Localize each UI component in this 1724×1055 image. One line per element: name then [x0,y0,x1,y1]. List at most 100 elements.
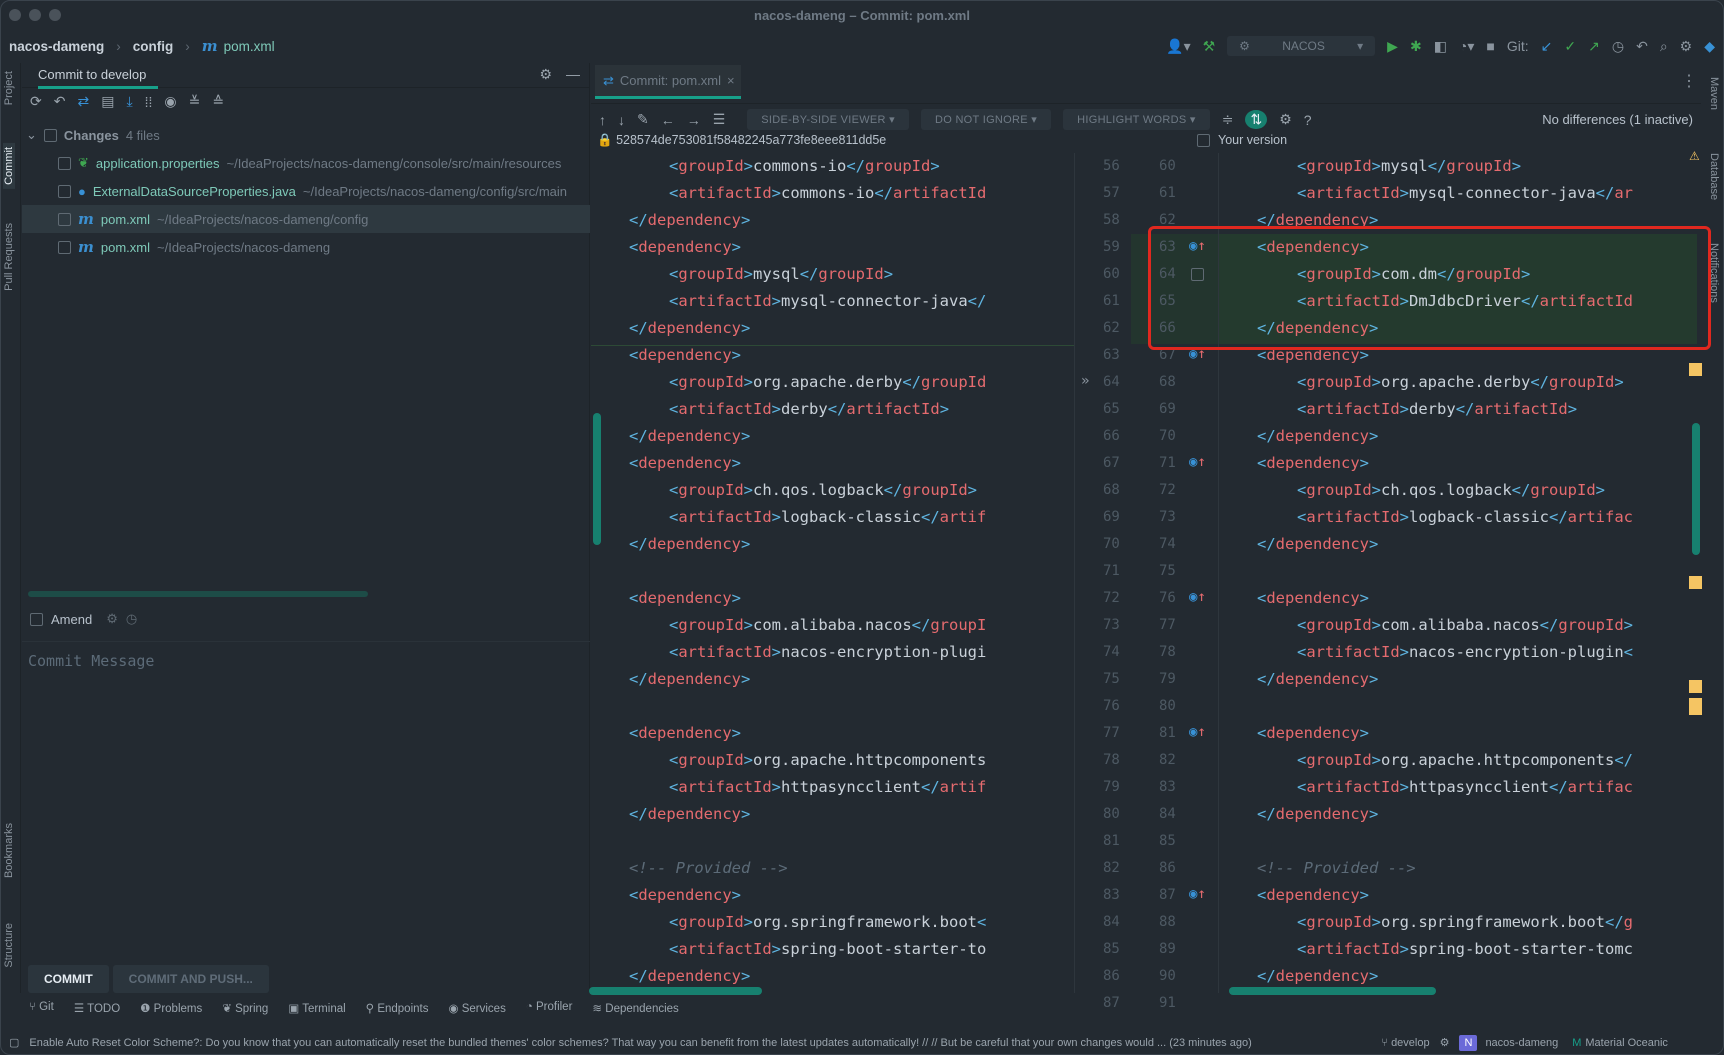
breadcrumb-project[interactable]: nacos-dameng [9,39,104,54]
git-branch-widget[interactable]: ⑂ develop [1381,1037,1429,1049]
edit-source-icon[interactable]: ✎ [637,111,649,128]
tool-window-bookmarks[interactable]: Bookmarks [3,823,15,878]
file-checkbox[interactable] [58,184,71,198]
warning-icon[interactable]: ⚠ [1689,149,1700,163]
changelist-icon[interactable]: ▤ [101,93,114,110]
sync-scroll-icon[interactable]: ⇅ [1245,110,1268,129]
scroll-marker[interactable] [1689,698,1702,715]
collapse-unchanged-icon[interactable]: ≑ [1222,111,1234,128]
tab-profiler[interactable]: ◔ Profiler [526,1001,573,1015]
editor-tab-commit-pom[interactable]: ⇄ Commit: pom.xml × [595,65,741,99]
tab-services[interactable]: ◉ Services [448,1001,505,1015]
ignore-mode-dropdown[interactable]: DO NOT IGNORE ▾ [920,109,1052,130]
file-checkbox[interactable] [58,240,71,254]
project-name[interactable]: nacos-dameng [1485,1037,1558,1049]
group-by-icon[interactable]: ⁞⁞ [145,94,153,110]
tab-endpoints[interactable]: ⚲ Endpoints [366,1001,429,1015]
override-marker-icon[interactable]: ◉↑ [1189,724,1206,740]
file-list-icon[interactable]: ☰ [713,111,726,128]
rollback-icon[interactable]: ↶ [54,93,66,110]
status-message[interactable]: Enable Auto Reset Color Scheme?: Do you … [29,1037,1359,1049]
git-commit-icon[interactable]: ✓ [1564,38,1576,55]
right-horizontal-scrollbar[interactable] [1229,987,1436,995]
git-update-icon[interactable]: ↙ [1541,38,1553,55]
tab-terminal[interactable]: ▣ Terminal [288,1001,345,1015]
right-vertical-scrollbar[interactable] [1692,423,1700,555]
next-diff-icon[interactable]: ↓ [618,112,625,128]
scroll-marker[interactable] [1689,363,1702,376]
next-file-icon[interactable]: → [687,112,701,128]
commit-panel-tab[interactable]: Commit to develop [38,67,159,89]
close-tab-icon[interactable]: × [727,73,735,88]
file-checkbox[interactable] [58,212,71,226]
commit-message-input[interactable]: Commit Message [22,641,590,680]
left-vertical-scrollbar[interactable] [593,413,601,545]
view-options-icon[interactable]: ◉ [164,93,176,110]
theme-name[interactable]: Material Oceanic [1585,1037,1668,1049]
stop-icon[interactable]: ■ [1486,38,1494,54]
run-configuration-select[interactable]: ⚙ NACOS ▾ [1227,36,1376,56]
tab-todo[interactable]: ☰ TODO [74,1001,120,1015]
profile-icon[interactable]: ◔▾ [1459,38,1474,55]
changes-checkbox[interactable] [43,128,57,142]
file-checkbox[interactable] [58,156,71,170]
previous-file-icon[interactable]: ← [661,112,675,128]
show-diff-icon[interactable]: ⇄ [77,93,89,110]
search-icon[interactable]: ⌕ [1660,38,1668,55]
file-row[interactable]: ❦ application.properties ~/IdeaProjects/… [22,149,590,177]
rollback-icon[interactable]: ↶ [1636,38,1648,55]
tool-window-structure[interactable]: Structure [3,923,15,968]
tool-window-project[interactable]: Project [3,71,15,105]
toggle-tool-windows-icon[interactable]: ▢ [9,1036,19,1049]
code-with-me-icon[interactable]: ◆ [1704,38,1715,55]
help-icon[interactable]: ? [1304,112,1312,128]
close-window-button[interactable] [9,9,21,21]
tab-spring[interactable]: ❦ Spring [222,1001,268,1015]
tool-window-database[interactable]: Database [1708,153,1720,200]
tool-window-commit[interactable]: Commit [3,143,15,189]
commit-options-gear-icon[interactable]: ⚙ [106,611,118,627]
refresh-icon[interactable]: ⟳ [30,93,42,110]
tool-window-pull-requests[interactable]: Pull Requests [3,223,15,291]
file-row[interactable]: ● ExternalDataSourceProperties.java ~/Id… [22,177,590,205]
amend-label[interactable]: Amend [51,612,92,627]
tab-dependencies[interactable]: ≋ Dependencies [592,1001,678,1015]
diff-settings-gear-icon[interactable]: ⚙ [1279,111,1292,128]
left-code-pane[interactable]: <groupId>commons-io</groupId> <artifactId… [591,153,1074,993]
file-row-selected[interactable]: m pom.xml ~/IdeaProjects/nacos-dameng/co… [22,205,590,233]
changes-group[interactable]: ⌄ Changes 4 files [22,121,590,149]
breadcrumb-module[interactable]: config [133,39,174,54]
run-icon[interactable]: ▶ [1387,38,1398,55]
amend-checkbox[interactable] [30,612,43,626]
maximize-window-button[interactable] [49,9,61,21]
settings-gear-icon[interactable]: ⚙ [1680,38,1693,55]
minimize-window-button[interactable] [29,9,41,21]
your-version-checkbox[interactable] [1197,133,1210,147]
user-icon[interactable]: 👤▾ [1166,38,1190,55]
commit-and-push-button[interactable]: COMMIT AND PUSH... [112,965,269,993]
override-marker-icon[interactable]: ◉↑ [1189,589,1206,605]
commit-button[interactable]: COMMIT [28,965,109,993]
horizontal-scrollbar[interactable] [28,591,368,597]
history-icon[interactable]: ◷ [1612,38,1624,55]
gear-icon[interactable]: ⚙ [539,66,552,83]
override-marker-icon[interactable]: ◉↑ [1189,454,1206,470]
build-hammer-icon[interactable]: ⚒ [1203,38,1216,55]
tab-problems[interactable]: ❶ Problems [140,1001,202,1015]
tab-git[interactable]: ⑂ Git [29,1001,54,1015]
more-options-icon[interactable]: ⋮ [1681,71,1697,91]
vcs-settings-icon[interactable]: ⚙ [1440,1036,1450,1049]
breadcrumb-file[interactable]: pom.xml [224,39,275,54]
previous-diff-icon[interactable]: ↑ [599,112,606,128]
recent-messages-clock-icon[interactable]: ◷ [126,611,137,627]
viewer-mode-dropdown[interactable]: SIDE-BY-SIDE VIEWER ▾ [747,109,909,130]
highlight-mode-dropdown[interactable]: HIGHLIGHT WORDS ▾ [1063,109,1210,130]
collapse-all-icon[interactable]: ≙ [212,93,224,110]
scroll-marker[interactable] [1689,576,1702,589]
chevron-down-icon[interactable]: ⌄ [26,127,37,143]
shelve-icon[interactable]: ⤓ [126,93,132,110]
expand-all-icon[interactable]: ≚ [189,93,201,110]
file-row[interactable]: m pom.xml ~/IdeaProjects/nacos-dameng [22,233,590,261]
scroll-marker[interactable] [1689,680,1702,693]
apply-change-icon[interactable]: » [1081,373,1089,389]
